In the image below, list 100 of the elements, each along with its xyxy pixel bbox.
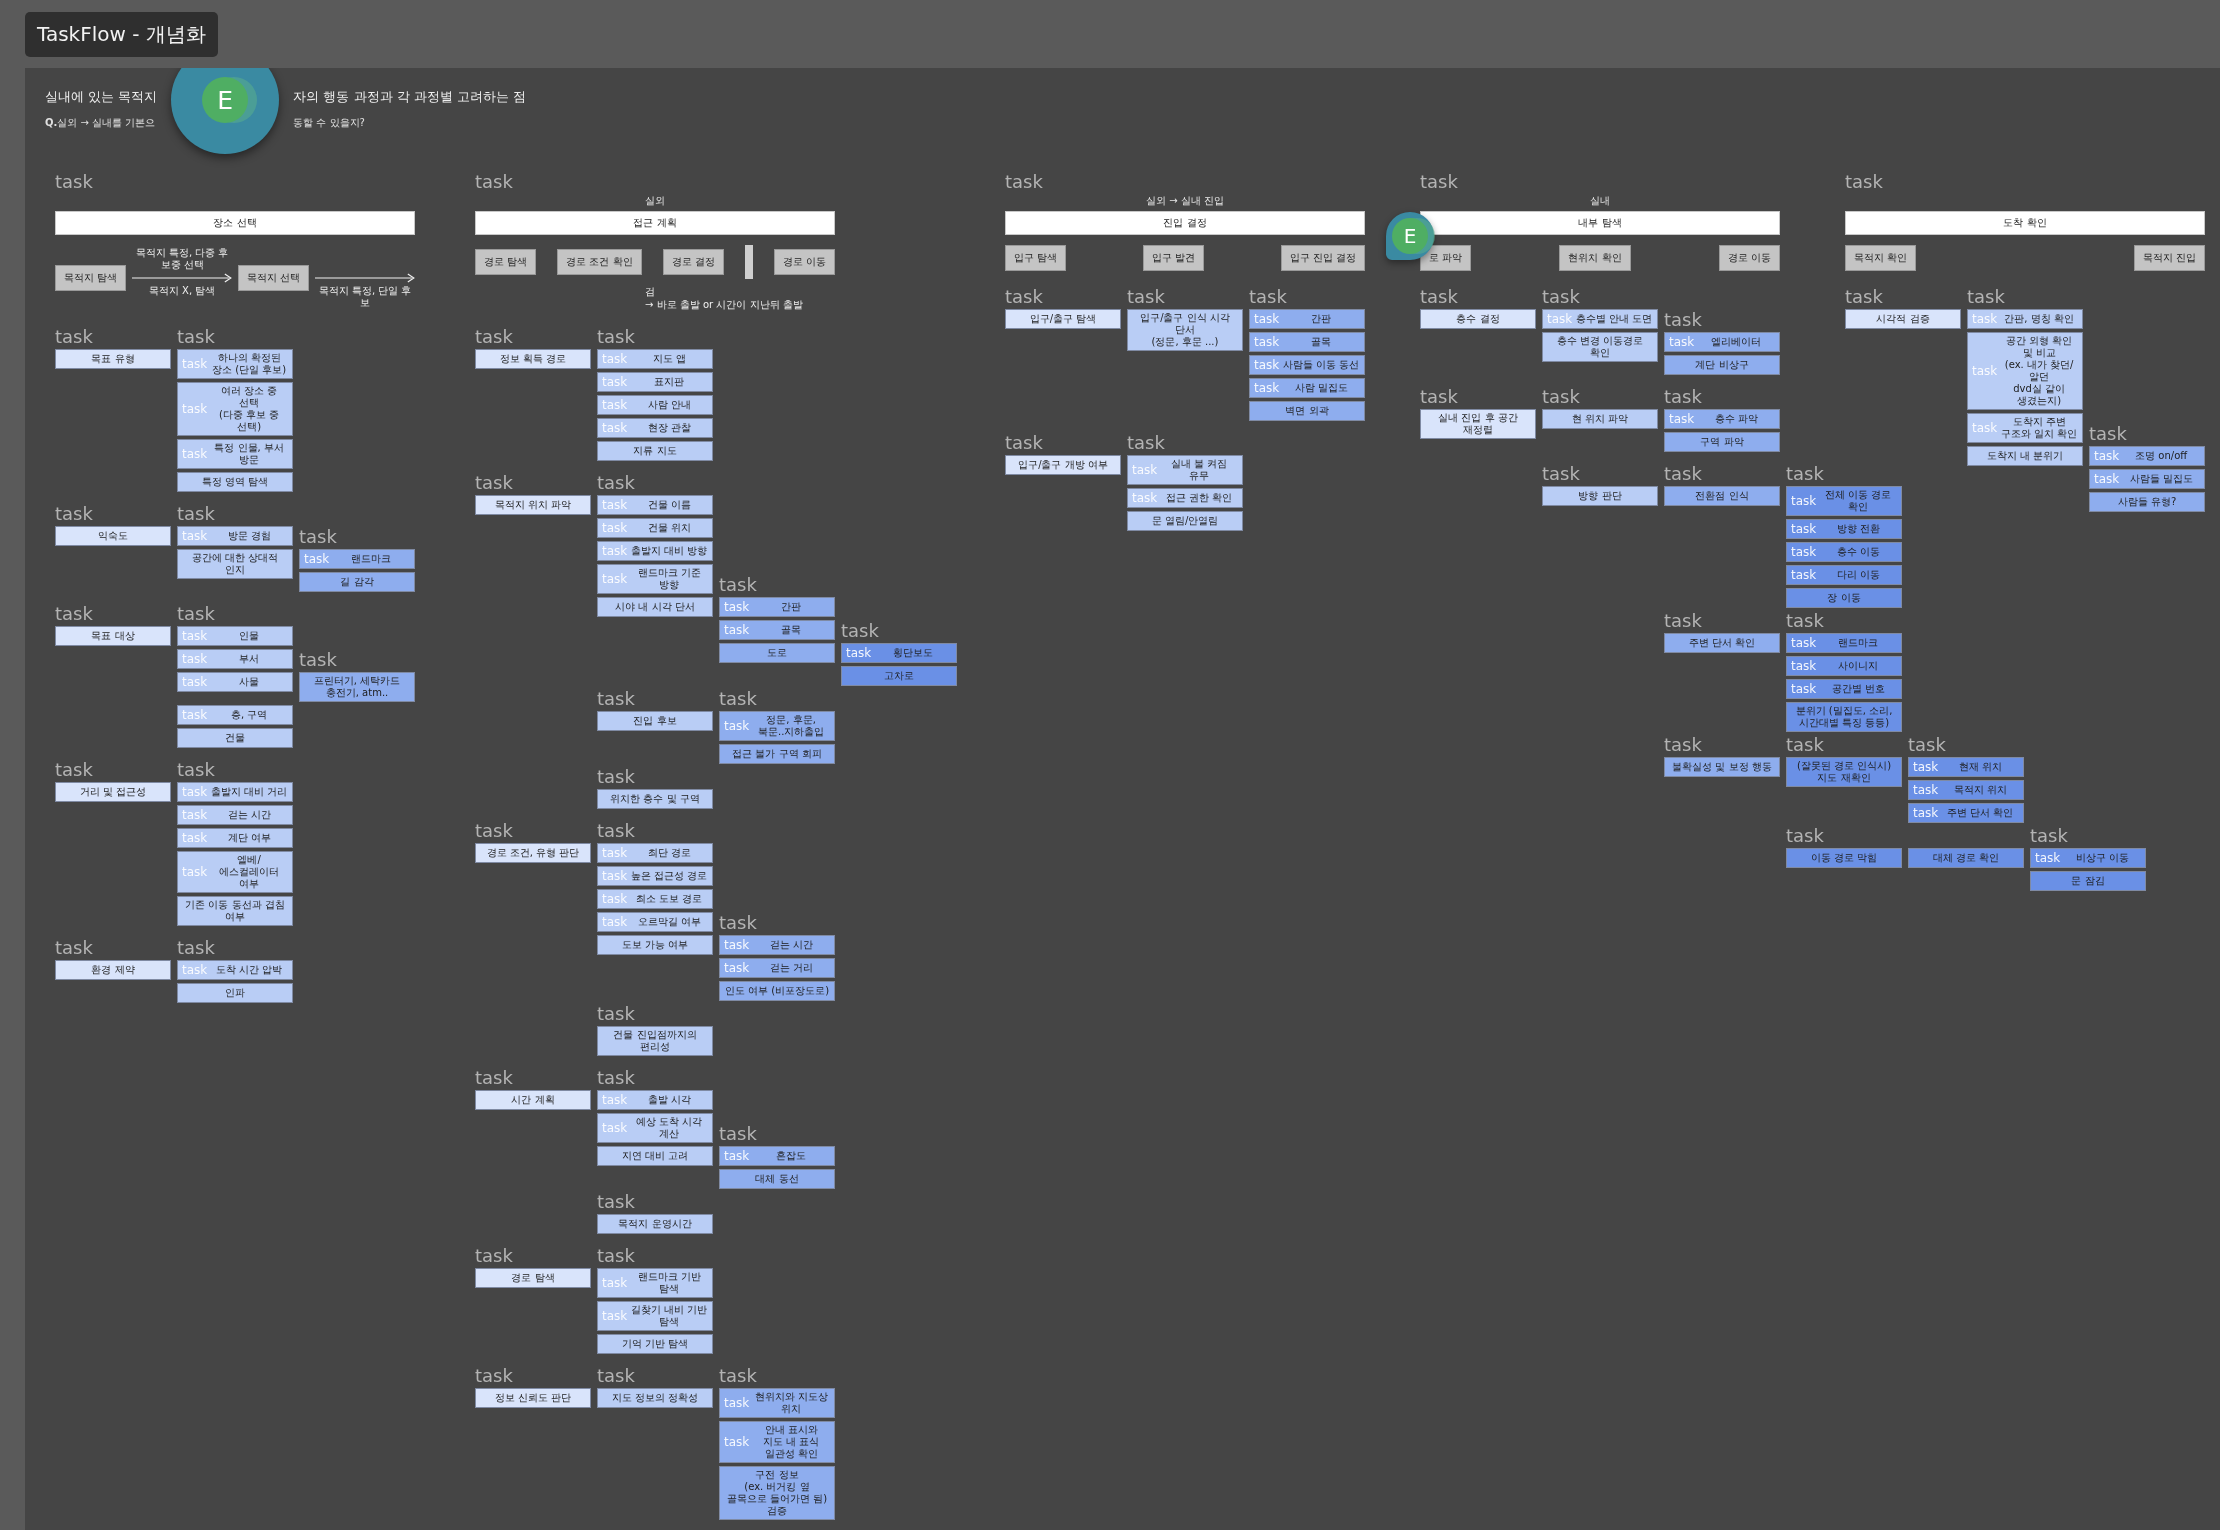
user-avatar: E bbox=[171, 68, 280, 154]
task-tag: task bbox=[602, 545, 628, 557]
card-text: 익숙도 bbox=[97, 530, 129, 542]
step-card: 경로 결정 bbox=[662, 249, 724, 275]
card-text: 부서 bbox=[238, 653, 261, 665]
task-label: task bbox=[1420, 387, 1458, 407]
card-text: 랜드마크 bbox=[1837, 637, 1880, 649]
task-tag: task bbox=[1791, 569, 1817, 581]
page-subtitle: 동할 수 있을지? bbox=[293, 116, 366, 130]
phase-bar: 접근 계획 bbox=[475, 211, 835, 235]
card-text: 최소 도보 경로 bbox=[634, 893, 704, 905]
task-tag: task bbox=[602, 376, 628, 388]
step-card: 입구 발견 bbox=[1142, 245, 1204, 271]
card-text: 경로 탐색 bbox=[510, 1272, 556, 1284]
card-text: 출발지 대비 거리 bbox=[210, 786, 288, 798]
card-text: 불확실성 및 보정 행동 bbox=[1671, 761, 1773, 773]
card-text: 문 잠김 bbox=[2070, 875, 2106, 887]
card-text: 지도 앱 bbox=[651, 353, 687, 365]
task-tag: task bbox=[724, 720, 750, 732]
card-text: 최단 경로 bbox=[646, 847, 692, 859]
step-card: 입구 탐색 bbox=[1005, 245, 1067, 271]
task-tag: task bbox=[182, 403, 208, 415]
card-text: 구전 정보 (ex. 버거킹 옆 골목으로 들어가면 됨) 검증 bbox=[725, 1469, 829, 1517]
card-text: 간판 bbox=[780, 601, 803, 613]
task-tag: task bbox=[182, 866, 208, 878]
card-text: 위치한 층수 및 구역 bbox=[609, 793, 701, 805]
card-text: 현 위치 파악 bbox=[1570, 413, 1630, 425]
card-text: 간판, 명칭 확인 bbox=[2003, 313, 2075, 325]
card-text: 구역 파악 bbox=[1699, 436, 1745, 448]
card-text: 도착 시간 압박 bbox=[214, 964, 284, 976]
task-tag: task bbox=[182, 630, 208, 642]
task-label: task bbox=[1420, 172, 1458, 192]
task-tag: task bbox=[1254, 336, 1280, 348]
task-label: task bbox=[177, 327, 215, 347]
task-tag: task bbox=[602, 499, 628, 511]
task-label: task bbox=[1664, 310, 1702, 330]
task-label: task bbox=[1664, 464, 1702, 484]
task-tag: task bbox=[1791, 495, 1817, 507]
task-tag: task bbox=[182, 832, 208, 844]
task-label: task bbox=[55, 504, 93, 524]
card-text: 층수 결정 bbox=[1455, 313, 1501, 325]
card-text: 목적지 위치 bbox=[1952, 784, 2008, 796]
task-tag: task bbox=[2094, 473, 2120, 485]
card-text: 여러 장소 중 선택 (다중 후보 중 선택) bbox=[218, 385, 281, 433]
card-text: 하나의 확정된 장소 (단일 후보) bbox=[211, 352, 288, 376]
task-label: task bbox=[719, 575, 757, 595]
task-label: task bbox=[1967, 287, 2005, 307]
task-tag: task bbox=[724, 939, 750, 951]
task-tag: task bbox=[1669, 336, 1695, 348]
card-text: 방향 판단 bbox=[1577, 490, 1623, 502]
card-text: 전환점 인식 bbox=[1694, 490, 1750, 502]
card-text: 기존 이동 동선과 겹침 여부 bbox=[184, 899, 286, 923]
card-text: 거리 및 접근성 bbox=[78, 786, 148, 798]
card-text: 걷는 거리 bbox=[768, 962, 814, 974]
card-text: 대체 경로 확인 bbox=[1931, 852, 2001, 864]
arrow-label: 목적지 특정, 다중 후보중 선택 bbox=[134, 246, 230, 272]
task-label: task bbox=[2030, 826, 2068, 846]
card-text: 조명 on/off bbox=[2134, 450, 2189, 462]
task-tag: task bbox=[602, 422, 628, 434]
card-text: 목표 대상 bbox=[90, 630, 136, 642]
phase-bar: 진입 결정 bbox=[1005, 211, 1365, 235]
card-text: 지연 대비 고려 bbox=[620, 1150, 690, 1162]
task-label: task bbox=[1664, 735, 1702, 755]
task-label: task bbox=[1542, 464, 1580, 484]
task-label: task bbox=[177, 938, 215, 958]
task-label: task bbox=[597, 327, 635, 347]
card-text: 목적지 운영시간 bbox=[617, 1218, 693, 1230]
task-label: task bbox=[1005, 172, 1043, 192]
page-heading: 실내에 있는 목적지 bbox=[45, 88, 158, 106]
task-tag: task bbox=[1547, 313, 1573, 325]
step-note: 검 → 바로 출발 or 시간이 지난뒤 출발 bbox=[645, 285, 804, 311]
card-text: 출발 시각 bbox=[646, 1094, 692, 1106]
task-label: task bbox=[1845, 287, 1883, 307]
card-text: 예상 도착 시각 계산 bbox=[634, 1116, 704, 1140]
task-tag: task bbox=[602, 1277, 628, 1289]
task-tag: task bbox=[602, 1310, 628, 1322]
task-tag: task bbox=[182, 530, 208, 542]
task-tag: task bbox=[602, 1094, 628, 1106]
card-text: 실내 진입 후 공간 재정렬 bbox=[1437, 412, 1519, 436]
task-label: task bbox=[1127, 287, 1165, 307]
card-text: 횡단보도 bbox=[892, 647, 935, 659]
task-label: task bbox=[475, 327, 513, 347]
task-label: task bbox=[719, 1366, 757, 1386]
card-text: 출발지 대비 방향 bbox=[630, 545, 708, 557]
card-text: 걷는 시간 bbox=[226, 809, 272, 821]
task-label: task bbox=[1542, 387, 1580, 407]
task-label: task bbox=[1786, 735, 1824, 755]
card-text: 랜드마크 기반 탐색 bbox=[636, 1271, 702, 1295]
task-tag: task bbox=[182, 448, 208, 460]
card-text: 시야 내 시각 단서 bbox=[614, 601, 696, 613]
task-label: task bbox=[841, 621, 879, 641]
document-title[interactable]: TaskFlow - 개념화 bbox=[25, 11, 218, 57]
task-tag: task bbox=[1972, 422, 1998, 434]
task-tag: task bbox=[1972, 313, 1998, 325]
task-label: task bbox=[597, 821, 635, 841]
card-text: 분위기 (밀집도, 소리, 시간대별 특징 등등) bbox=[1794, 705, 1894, 729]
card-text: 입구/출구 개방 여부 bbox=[1017, 459, 1109, 471]
task-label: task bbox=[177, 604, 215, 624]
step-card: 경로 이동 bbox=[1718, 245, 1780, 271]
card-text: 랜드마크 bbox=[350, 553, 393, 565]
